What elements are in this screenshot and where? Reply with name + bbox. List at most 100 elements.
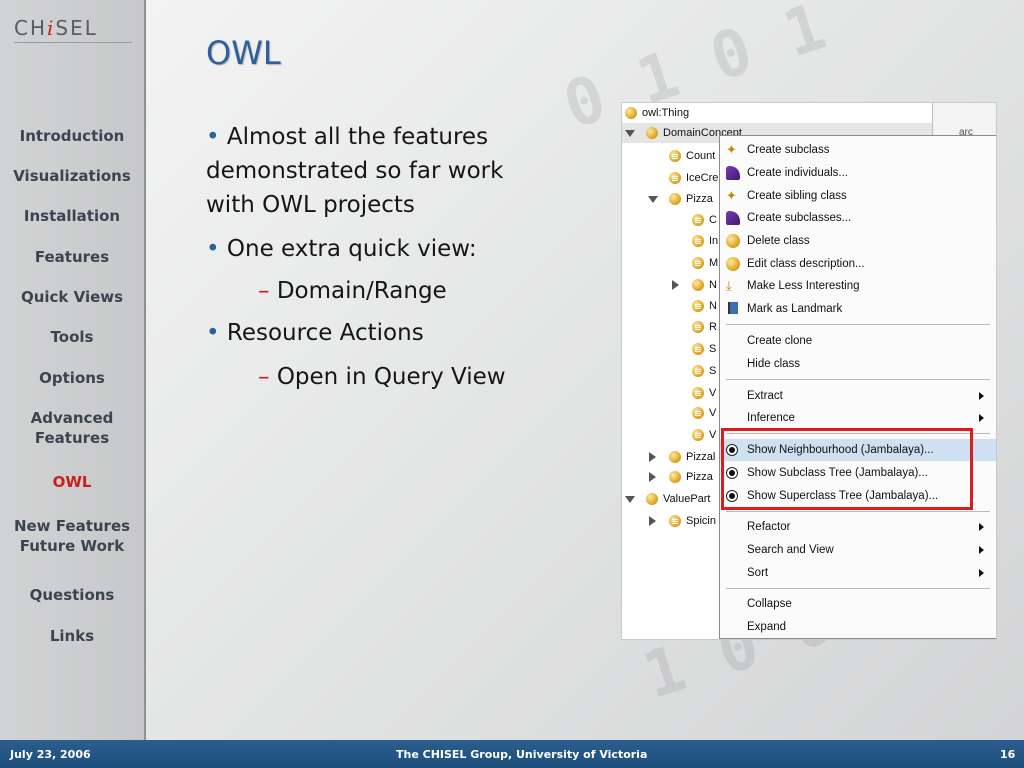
- expand-triangle-icon[interactable]: [625, 130, 635, 137]
- bullet-glyph: •: [206, 124, 220, 150]
- slide-title: OWL: [206, 34, 281, 72]
- menu-item-mark-as-landmark[interactable]: Mark as Landmark: [720, 298, 996, 320]
- class-icon: [669, 193, 681, 205]
- sub-bullet-text: Open in Query View: [276, 364, 506, 390]
- submenu-arrow-icon: [979, 414, 984, 422]
- sidebar-item-owl[interactable]: OWL: [0, 472, 144, 492]
- defined-class-icon: [692, 429, 704, 441]
- context-menu: ✦ Create subclass Create individuals... …: [719, 135, 996, 639]
- defined-class-icon: [692, 257, 704, 269]
- delete-ball-icon: [726, 234, 740, 248]
- defined-class-icon: [692, 407, 704, 419]
- star-ball-icon: ✦: [726, 142, 737, 157]
- collapsed-triangle-icon[interactable]: [649, 452, 656, 462]
- defined-class-icon: [669, 515, 681, 527]
- defined-class-icon: [669, 172, 681, 184]
- expand-triangle-icon[interactable]: [648, 196, 658, 203]
- menu-item-refactor[interactable]: Refactor: [720, 516, 996, 538]
- menu-item-expand[interactable]: Expand: [720, 616, 996, 638]
- tree-row[interactable]: owl:Thing: [622, 103, 922, 123]
- wizard-hat-icon: [726, 211, 740, 225]
- menu-separator: [726, 588, 990, 589]
- bullet-text: Resource Actions: [226, 320, 424, 346]
- menu-item-delete-class[interactable]: Delete class: [720, 230, 996, 252]
- chisel-logo: CHiSEL: [14, 16, 98, 40]
- menu-item-make-less-interesting[interactable]: ⤓ Make Less Interesting: [720, 275, 996, 297]
- footer-center-text: The CHISEL Group, University of Victoria: [396, 748, 648, 761]
- logo-rule: [14, 42, 132, 43]
- menu-item-create-clone[interactable]: Create clone: [720, 330, 996, 352]
- sidebar-item-options[interactable]: Options: [0, 368, 144, 388]
- bullet-text: One extra quick view:: [226, 236, 477, 262]
- sidebar-item-installation[interactable]: Installation: [0, 206, 144, 226]
- defined-class-icon: [692, 343, 704, 355]
- class-icon: [646, 127, 658, 139]
- red-highlight-box: [721, 428, 973, 510]
- collapsed-triangle-icon[interactable]: [672, 280, 679, 290]
- star-ball-icon: ✦: [726, 188, 737, 203]
- class-icon: [692, 279, 704, 291]
- sidebar-item-questions[interactable]: Questions: [0, 585, 144, 605]
- sub-bullet-glyph: –: [258, 364, 270, 390]
- sub-bullet-item: – Domain/Range: [258, 276, 558, 306]
- defined-class-icon: [669, 150, 681, 162]
- menu-item-create-sibling-class[interactable]: ✦ Create sibling class: [720, 185, 996, 207]
- protege-screenshot: arc owl:Thing DomainConcept Count IceCre…: [621, 102, 997, 640]
- bullet-item: • One extra quick view:: [206, 232, 556, 266]
- menu-item-inference[interactable]: Inference: [720, 407, 996, 429]
- sidebar-item-introduction[interactable]: Introduction: [0, 126, 144, 146]
- sidebar: CHiSEL Introduction Visualizations Insta…: [0, 0, 146, 740]
- submenu-arrow-icon: [979, 546, 984, 554]
- defined-class-icon: [692, 300, 704, 312]
- submenu-arrow-icon: [979, 523, 984, 531]
- bullet-text: Almost all the features demonstrated so …: [206, 124, 504, 218]
- collapsed-triangle-icon[interactable]: [649, 516, 656, 526]
- submenu-arrow-icon: [979, 569, 984, 577]
- menu-item-hide-class[interactable]: Hide class: [720, 353, 996, 375]
- menu-item-create-subclass[interactable]: ✦ Create subclass: [720, 139, 996, 161]
- wizard-hat-icon: [726, 166, 740, 180]
- collapsed-triangle-icon[interactable]: [649, 472, 656, 482]
- defined-class-icon: [692, 387, 704, 399]
- defined-class-icon: [692, 365, 704, 377]
- menu-item-sort[interactable]: Sort: [720, 562, 996, 584]
- menu-item-create-subclasses[interactable]: Create subclasses...: [720, 207, 996, 229]
- sidebar-item-quick-views[interactable]: Quick Views: [0, 287, 144, 307]
- menu-separator: [726, 324, 990, 325]
- class-icon: [669, 451, 681, 463]
- submenu-arrow-icon: [979, 392, 984, 400]
- bullet-item: • Resource Actions: [206, 316, 556, 350]
- expand-triangle-icon[interactable]: [625, 496, 635, 503]
- ball-icon: [726, 257, 740, 271]
- sidebar-item-links[interactable]: Links: [0, 626, 144, 646]
- bullet-item: • Almost all the features demonstrated s…: [206, 120, 556, 222]
- less-interesting-icon: ⤓: [726, 278, 732, 293]
- class-icon: [669, 471, 681, 483]
- sidebar-item-tools[interactable]: Tools: [0, 327, 144, 347]
- landmark-flag-icon: [728, 302, 738, 314]
- footer-date: July 23, 2006: [10, 748, 91, 761]
- class-icon: [625, 107, 637, 119]
- sidebar-item-advanced-features[interactable]: Advanced Features: [0, 408, 144, 448]
- class-icon: [646, 493, 658, 505]
- defined-class-icon: [692, 235, 704, 247]
- menu-item-search-and-view[interactable]: Search and View: [720, 539, 996, 561]
- menu-separator: [726, 379, 990, 380]
- menu-item-collapse[interactable]: Collapse: [720, 593, 996, 615]
- sidebar-item-features[interactable]: Features: [0, 247, 144, 267]
- sub-bullet-item: – Open in Query View: [258, 362, 558, 392]
- menu-item-create-individuals[interactable]: Create individuals...: [720, 162, 996, 184]
- menu-item-extract[interactable]: Extract: [720, 385, 996, 407]
- footer-bar: July 23, 2006 The CHISEL Group, Universi…: [0, 740, 1024, 768]
- menu-item-edit-class-description[interactable]: Edit class description...: [720, 253, 996, 275]
- bullet-glyph: •: [206, 320, 220, 346]
- sub-bullet-glyph: –: [258, 278, 270, 304]
- defined-class-icon: [692, 214, 704, 226]
- defined-class-icon: [692, 321, 704, 333]
- bullet-glyph: •: [206, 236, 220, 262]
- sidebar-item-new-features-future-work[interactable]: New Features Future Work: [0, 516, 144, 556]
- menu-separator: [726, 511, 990, 512]
- sub-bullet-text: Domain/Range: [276, 278, 447, 304]
- footer-page-number: 16: [1000, 748, 1016, 761]
- sidebar-item-visualizations[interactable]: Visualizations: [0, 166, 144, 186]
